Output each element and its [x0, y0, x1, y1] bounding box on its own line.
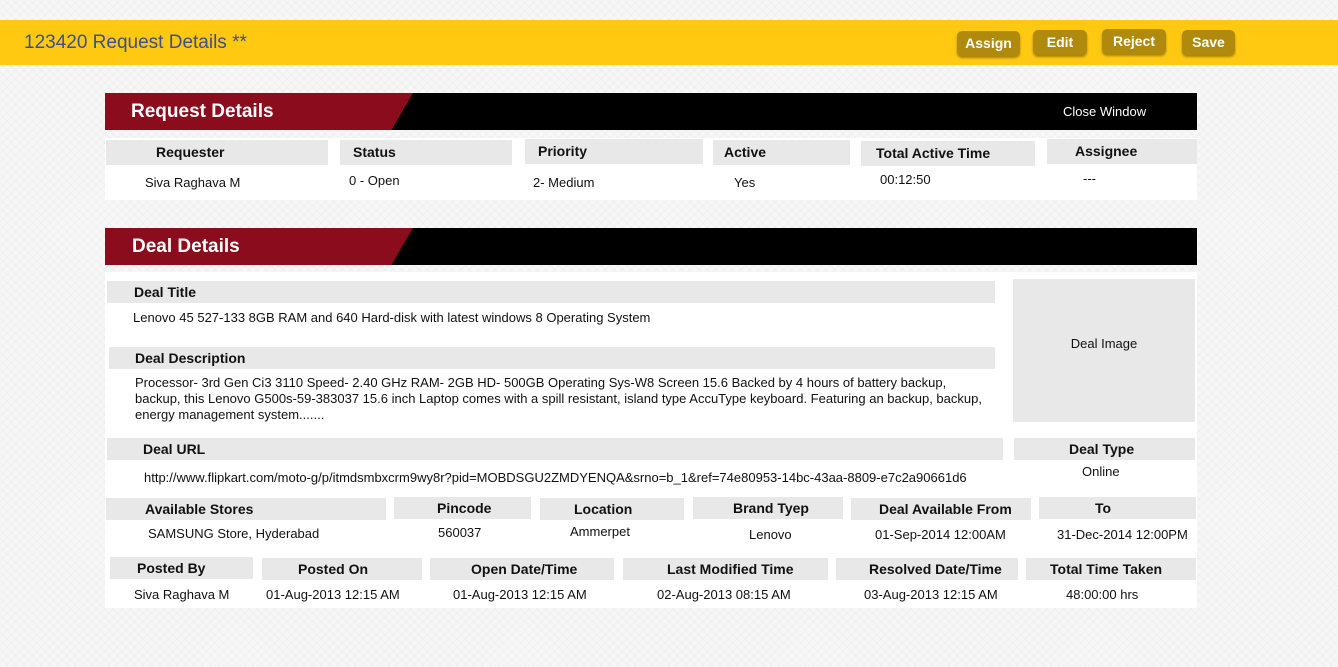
last-modified-label: Last Modified Time — [623, 558, 828, 580]
pincode-value: 560037 — [438, 525, 482, 540]
total-time-taken-value: 48:00:00 hrs — [1066, 587, 1139, 602]
edit-button[interactable]: Edit — [1033, 30, 1087, 55]
priority-label: Priority — [525, 139, 703, 164]
deal-type-value: Online — [1082, 464, 1120, 479]
posted-on-value: 01-Aug-2013 12:15 AM — [266, 587, 400, 602]
deal-details-title: Deal Details — [132, 236, 240, 257]
request-details-title: Request Details — [131, 101, 274, 122]
location-label: Location — [540, 498, 684, 520]
to-label: To — [1039, 497, 1196, 519]
last-modified-value: 02-Aug-2013 08:15 AM — [657, 587, 791, 602]
to-value: 31-Dec-2014 12:00PM — [1057, 527, 1188, 542]
pincode-label: Pincode — [394, 497, 531, 519]
active-value: Yes — [734, 175, 756, 190]
requester-value: Siva Raghava M — [145, 175, 241, 190]
open-datetime-value: 01-Aug-2013 12:15 AM — [453, 587, 587, 602]
location-value: Ammerpet — [570, 524, 630, 539]
posted-by-label: Posted By — [110, 557, 253, 579]
status-label: Status — [340, 140, 512, 165]
deal-available-from-value: 01-Sep-2014 12:00AM — [875, 527, 1006, 542]
deal-title-label: Deal Title — [107, 281, 995, 303]
posted-on-label: Posted On — [262, 558, 422, 580]
total-time-taken-label: Total Time Taken — [1026, 558, 1196, 580]
deal-details-banner: Deal Details — [105, 228, 1197, 265]
brand-label: Brand Tyep — [693, 497, 843, 519]
total-active-time-label: Total Active Time — [861, 141, 1035, 166]
active-label: Active — [713, 140, 850, 165]
request-details-banner: Request Details Close Window — [105, 93, 1197, 130]
brand-value: Lenovo — [749, 527, 792, 542]
deal-title-value: Lenovo 45 527-133 8GB RAM and 640 Hard-d… — [133, 310, 651, 325]
total-active-time-value: 00:12:50 — [880, 172, 931, 187]
priority-value: 2- Medium — [533, 175, 595, 190]
posted-by-value: Siva Raghava M — [134, 587, 230, 602]
top-bar: 123420 Request Details ** Assign Edit Re… — [0, 20, 1338, 65]
deal-url-value[interactable]: http://www.flipkart.com/moto-g/p/itmdsmb… — [144, 470, 967, 485]
available-stores-label: Available Stores — [106, 498, 386, 520]
deal-description-value: Processor- 3rd Gen Ci3 3110 Speed- 2.40 … — [135, 375, 982, 422]
assignee-value: --- — [1083, 171, 1096, 186]
available-stores-value: SAMSUNG Store, Hyderabad — [148, 526, 320, 541]
save-button[interactable]: Save — [1182, 30, 1235, 55]
close-window-link[interactable]: Close Window — [1063, 104, 1146, 119]
status-value: 0 - Open — [349, 173, 400, 188]
requester-label: Requester — [106, 140, 328, 165]
deal-available-from-label: Deal Available From — [851, 498, 1031, 520]
deal-type-label: Deal Type — [1014, 438, 1195, 460]
open-datetime-label: Open Date/Time — [430, 558, 614, 580]
assignee-label: Assignee — [1047, 139, 1197, 164]
deal-description-label: Deal Description — [109, 347, 995, 369]
deal-url-label: Deal URL — [107, 438, 1003, 460]
resolved-datetime-label: Resolved Date/Time — [836, 558, 1018, 580]
deal-image-placeholder: Deal Image — [1013, 279, 1195, 422]
reject-button[interactable]: Reject — [1102, 29, 1166, 54]
resolved-datetime-value: 03-Aug-2013 12:15 AM — [864, 587, 998, 602]
page-title: 123420 Request Details ** — [24, 32, 247, 53]
assign-button[interactable]: Assign — [957, 31, 1020, 56]
